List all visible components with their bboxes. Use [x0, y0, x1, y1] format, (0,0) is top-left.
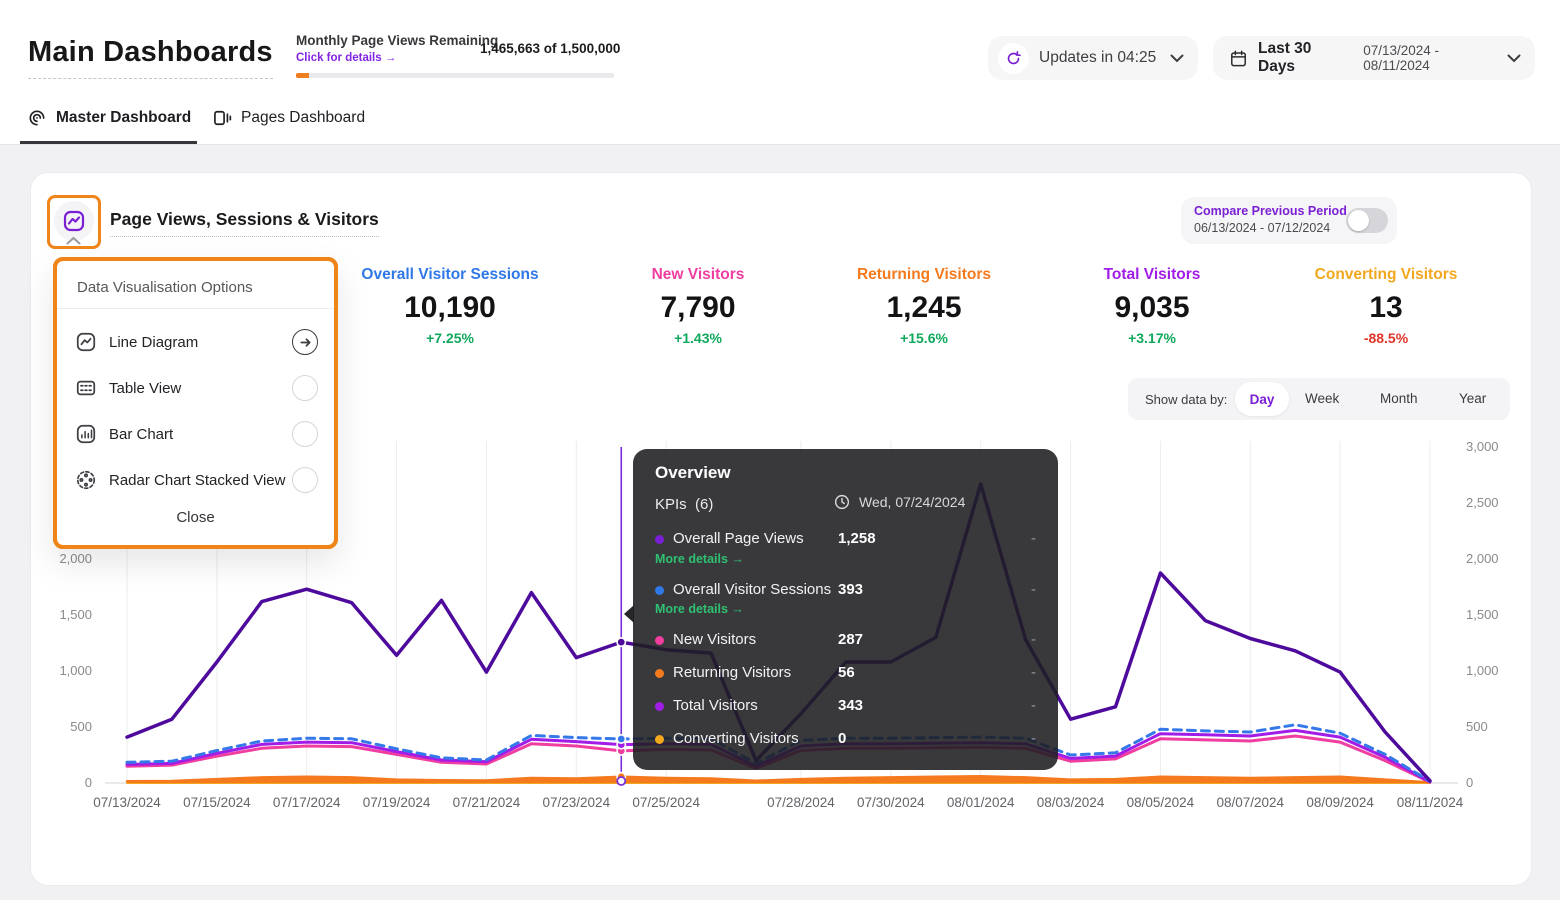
- tooltip-row: Total Visitors 343 -: [633, 695, 1058, 717]
- quota-label: Monthly Page Views Remaining: [296, 33, 498, 48]
- toggle-knob: [1348, 210, 1369, 231]
- tooltip-date: Wed, 07/24/2024: [833, 493, 965, 511]
- active-tab-underline: [20, 141, 197, 144]
- kpi-value: 10,190: [330, 291, 570, 325]
- chevron-down-icon: [1170, 54, 1184, 63]
- data-visualisation-panel: Data Visualisation Options Line Diagram …: [53, 257, 338, 549]
- quota-progress-track: [296, 73, 614, 78]
- kpi-change: +1.43%: [578, 330, 818, 346]
- kpi-returning-visitors: Returning Visitors 1,245 +15.6%: [804, 266, 1044, 346]
- kpi-converting-visitors: Converting Visitors 13 -88.5%: [1266, 266, 1506, 346]
- chart-type-button[interactable]: [54, 201, 94, 241]
- tooltip-row: Overall Page Views 1,258 -: [633, 528, 1058, 550]
- kpi-value: 1,245: [804, 291, 1044, 325]
- option-radar-chart[interactable]: Radar Chart Stacked View: [57, 457, 334, 503]
- option-line-diagram[interactable]: Line Diagram: [57, 319, 334, 365]
- kpi-label: New Visitors: [578, 266, 818, 284]
- table-icon: [75, 377, 97, 399]
- calendar-icon: [1229, 49, 1248, 68]
- radio-circle[interactable]: [292, 421, 318, 447]
- kpi-change: +7.25%: [330, 330, 570, 346]
- updates-button[interactable]: Updates in 04:25: [988, 36, 1198, 80]
- kpi-change: +15.6%: [804, 330, 1044, 346]
- compare-range: 06/13/2024 - 07/12/2024: [1194, 221, 1330, 235]
- radar-icon: [75, 469, 97, 491]
- kpi-change: +3.17%: [1032, 330, 1272, 346]
- option-bar-chart[interactable]: Bar Chart: [57, 411, 334, 457]
- tooltip-row: Returning Visitors 56 -: [633, 662, 1058, 684]
- kpi-value: 7,790: [578, 291, 818, 325]
- tooltip-title: Overview: [655, 463, 731, 483]
- line-chart-icon: [75, 331, 97, 353]
- panel-close-button[interactable]: Close: [57, 509, 334, 526]
- compare-label: Compare Previous Period: [1194, 204, 1347, 218]
- kpi-label: Total Visitors: [1032, 266, 1272, 284]
- granularity-year[interactable]: Year: [1459, 391, 1486, 406]
- show-data-by-label: Show data by:: [1145, 392, 1227, 407]
- kpi-value: 13: [1266, 291, 1506, 325]
- card-title: Page Views, Sessions & Visitors: [110, 209, 379, 237]
- more-details-link[interactable]: More details →: [655, 602, 744, 616]
- kpi-change: -88.5%: [1266, 330, 1506, 346]
- bar-chart-icon: [75, 423, 97, 445]
- tooltip-kpis-label: KPIs (6): [655, 496, 713, 513]
- granularity-month[interactable]: Month: [1380, 391, 1418, 406]
- quota-progress-fill: [296, 73, 309, 78]
- kpi-total-visitors: Total Visitors 9,035 +3.17%: [1032, 266, 1272, 346]
- option-label: Bar Chart: [109, 426, 173, 443]
- date-range-label: Last 30 Days: [1258, 40, 1351, 76]
- quota-value: 1,465,663 of 1,500,000: [480, 41, 620, 56]
- updates-label: Updates in 04:25: [1039, 49, 1156, 67]
- tab-pages-dashboard[interactable]: Pages Dashboard: [212, 108, 365, 128]
- option-label: Line Diagram: [109, 334, 198, 351]
- granularity-day[interactable]: Day: [1235, 382, 1289, 416]
- compare-toggle[interactable]: [1346, 208, 1388, 233]
- radio-circle[interactable]: [292, 467, 318, 493]
- chevron-up-icon: [66, 237, 81, 245]
- tab-master-dashboard[interactable]: Master Dashboard: [27, 108, 191, 128]
- kpi-value: 9,035: [1032, 291, 1272, 325]
- chart-tooltip: Overview KPIs (6) Wed, 07/24/2024 Overal…: [633, 449, 1058, 770]
- show-data-by-bar: Show data by: Day Week Month Year: [1128, 378, 1510, 420]
- date-range-button[interactable]: Last 30 Days 07/13/2024 - 08/11/2024: [1213, 36, 1535, 80]
- radio-circle[interactable]: [292, 375, 318, 401]
- date-range-value: 07/13/2024 - 08/11/2024: [1363, 43, 1507, 73]
- option-label: Radar Chart Stacked View: [109, 472, 285, 489]
- kpi-new-visitors: New Visitors 7,790 +1.43%: [578, 266, 818, 346]
- quota-section: Monthly Page Views Remaining Click for d…: [296, 33, 498, 64]
- option-table-view[interactable]: Table View: [57, 365, 334, 411]
- spiral-icon: [27, 108, 47, 128]
- top-header: Main Dashboards Monthly Page Views Remai…: [0, 0, 1560, 145]
- more-details-link[interactable]: More details →: [655, 552, 744, 566]
- refresh-icon: [998, 43, 1029, 74]
- line-chart-icon: [62, 209, 86, 233]
- clock-icon: [833, 493, 851, 511]
- option-label: Table View: [109, 380, 181, 397]
- granularity-week[interactable]: Week: [1305, 391, 1339, 406]
- kpi-label: Overall Visitor Sessions: [330, 266, 570, 284]
- compare-section: Compare Previous Period 06/13/2024 - 07/…: [1181, 197, 1397, 244]
- tooltip-row: Converting Visitors 0 -: [633, 728, 1058, 750]
- tab-label: Pages Dashboard: [241, 109, 365, 127]
- tooltip-row: Overall Visitor Sessions 393 -: [633, 579, 1058, 601]
- pages-icon: [212, 108, 232, 128]
- arrow-right-circle-icon[interactable]: [292, 329, 318, 355]
- kpi-label: Returning Visitors: [804, 266, 1044, 284]
- chevron-down-icon: [1507, 54, 1521, 63]
- panel-divider: [57, 308, 334, 309]
- panel-title: Data Visualisation Options: [77, 279, 253, 296]
- quota-details-link[interactable]: Click for details →: [296, 52, 498, 64]
- kpi-label: Converting Visitors: [1266, 266, 1506, 284]
- page-title: Main Dashboards: [28, 36, 273, 79]
- kpi-overall-visitor-sessions: Overall Visitor Sessions 10,190 +7.25%: [330, 266, 570, 346]
- tab-label: Master Dashboard: [56, 109, 191, 127]
- tooltip-row: New Visitors 287 -: [633, 629, 1058, 651]
